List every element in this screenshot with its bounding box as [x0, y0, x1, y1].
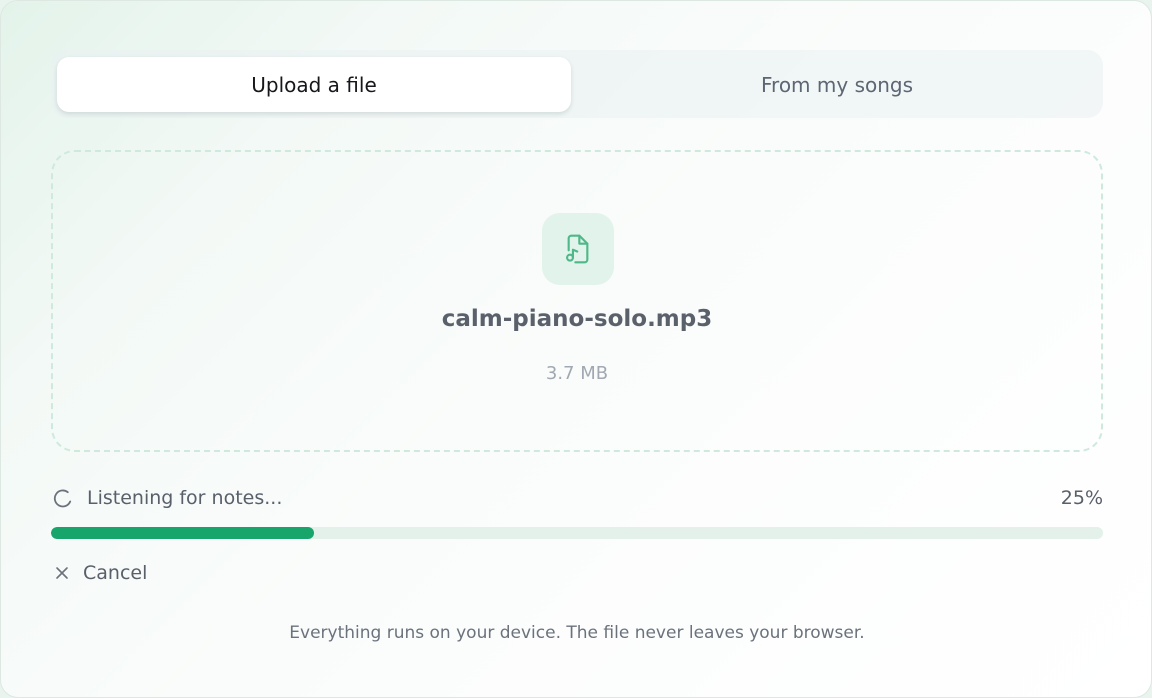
upload-card: Upload a file From my songs calm-piano-s… [0, 0, 1152, 698]
status-text: Listening for notes... [87, 487, 283, 509]
privacy-note: Everything runs on your device. The file… [289, 623, 865, 643]
tab-from-my-songs[interactable]: From my songs [577, 57, 1097, 112]
tab-label: Upload a file [251, 72, 377, 97]
tab-upload-file[interactable]: Upload a file [57, 57, 571, 112]
spinner-icon [53, 489, 72, 508]
progress-bar [51, 527, 1103, 539]
cancel-button[interactable]: Cancel [51, 560, 147, 586]
status-row: Listening for notes... 25% [51, 485, 1103, 511]
source-tabs: Upload a file From my songs [51, 50, 1103, 118]
file-music-icon [542, 213, 614, 285]
progress-fill [51, 527, 314, 539]
file-name: calm-piano-solo.mp3 [441, 306, 713, 332]
close-icon [56, 567, 68, 579]
tab-label: From my songs [760, 72, 914, 97]
progress-percent: 25% [1060, 487, 1103, 509]
file-size: 3.7 MB [545, 363, 609, 384]
cancel-label: Cancel [83, 562, 148, 584]
file-dropzone[interactable]: calm-piano-solo.mp3 3.7 MB [51, 150, 1103, 452]
